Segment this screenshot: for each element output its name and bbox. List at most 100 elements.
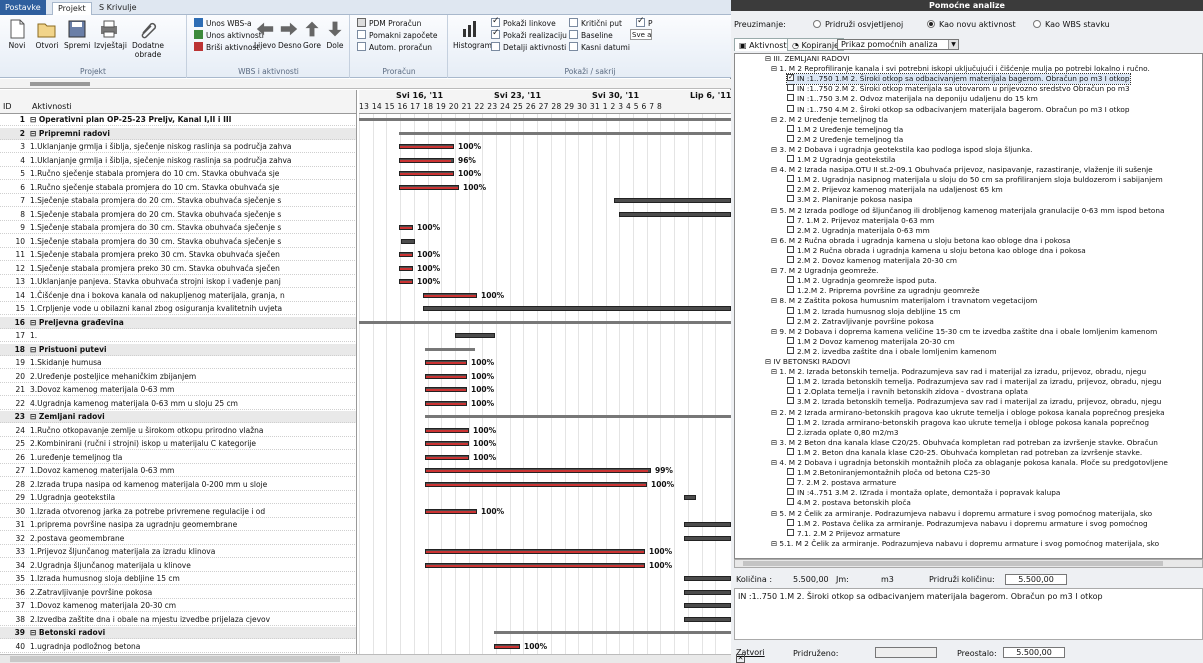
tree-checkbox[interactable] [787, 215, 794, 223]
task-bar[interactable] [399, 157, 454, 163]
task-bar[interactable] [423, 292, 477, 298]
activity-name[interactable]: 1.Sječenje stabala promjera preko 30 cm.… [30, 249, 356, 260]
summary-row[interactable]: 2 ⊟ Pripremni radovi [0, 127, 356, 140]
summary-bar[interactable] [359, 118, 731, 121]
summary-bar[interactable] [425, 347, 475, 351]
tree-checkbox[interactable] [787, 124, 794, 132]
p-checkbox[interactable] [636, 16, 645, 27]
activity-name[interactable]: 1.ugradnja podložnog betona [30, 641, 356, 652]
late-dates-toggle[interactable]: Kasni datumi [569, 42, 630, 53]
close-button[interactable]: ✕ Zatvori [736, 648, 765, 663]
histogram-button[interactable]: Histogram [453, 19, 492, 50]
task-bar[interactable] [425, 373, 467, 379]
table-row[interactable]: 19 1.Skidanje humusa [0, 357, 356, 369]
table-row[interactable]: 27 1.Dovoz kamenog materijala 0-63 mm [0, 465, 356, 477]
tree-leaf-item[interactable]: IN :1..750 2.M 2. Široki otkop materijal… [787, 84, 1130, 94]
tree-checkbox[interactable] [787, 528, 794, 536]
table-row[interactable]: 30 1.Izrada otvorenog jarka za potrebe p… [0, 506, 356, 518]
tree-group-item[interactable]: ⊟ 2. M 2 Uređenje temeljnog tla [771, 115, 888, 125]
tree-group-item[interactable]: ⊟ 8. M 2 Zaštita pokosa humusnim materij… [771, 296, 1037, 306]
task-bar[interactable] [684, 495, 696, 500]
table-row[interactable]: 10 1.Sječenje stabala promjera do 30 cm.… [0, 236, 356, 248]
task-bar[interactable] [425, 441, 469, 446]
tree-leaf-item[interactable]: 1.M 2. Izrada armirano-betonskih pragova… [787, 417, 1149, 428]
tree-checkbox[interactable] [787, 488, 794, 496]
tree-checkbox[interactable] [787, 316, 794, 324]
table-row[interactable]: 22 4.Ugradnja kamenog materijala 0-63 mm… [0, 398, 356, 410]
table-row[interactable]: 25 2.Kombinirani (ručni i strojni) iskop… [0, 438, 356, 450]
tree-checkbox[interactable] [787, 478, 794, 486]
activity-name[interactable]: 2.Kombinirani (ručni i strojni) iskop u … [30, 438, 356, 449]
activity-name[interactable]: 1.Dovoz kamenog materijala 0-63 mm [30, 465, 356, 476]
table-row[interactable]: 9 1.Sječenje stabala promjera do 30 cm. … [0, 222, 356, 234]
shift-started-toggle[interactable]: Pomakni započete [357, 30, 438, 41]
tree-leaf-item[interactable]: 1.M 2 Ručna obrada i ugradnja kamena u s… [787, 245, 1086, 256]
tree-leaf-item[interactable]: 1.M 2. Ugradnja geomreže ispod puta. [787, 276, 937, 286]
table-row[interactable]: 24 1.Ručno otkopavanje zemlje u širokom … [0, 425, 356, 437]
task-bar[interactable] [423, 306, 731, 311]
task-bar[interactable] [684, 603, 731, 608]
summary-row[interactable]: 39 ⊟ Betonski radovi [0, 627, 356, 639]
activity-name[interactable]: ⊟ Zemljani radovi [30, 411, 356, 422]
tree-checkbox[interactable] [787, 245, 794, 253]
tree-leaf-item[interactable]: 1.M 2. Beton dna kanala klase C20-25. Ob… [787, 447, 1142, 458]
table-row[interactable]: 34 2.Ugradnja šljunčanog materijala u kl… [0, 560, 356, 572]
table-row[interactable]: 14 1.Čišćenje dna i bokova kanala od nak… [0, 290, 356, 302]
extra-processing-button[interactable]: Dodatne obrade [128, 19, 168, 59]
tab-postavke[interactable]: Postavke [0, 0, 46, 15]
tab-kopiranje[interactable]: ◔ Kopiranje [787, 38, 844, 51]
table-row[interactable]: 32 2.postava geomembrane [0, 533, 356, 545]
activity-name[interactable]: 1.Uklanjanje panjeva. Stavka obuhvaća st… [30, 276, 356, 287]
baseline-toggle[interactable]: Baseline [569, 30, 613, 41]
tree-leaf-item[interactable]: 7. 1.M 2. Prijevoz materijala 0-63 mm [787, 215, 934, 226]
table-row[interactable]: 35 1.Izrada humusnog sloja debljine 15 c… [0, 573, 356, 585]
tree-leaf-item[interactable]: IN :1..750 3.M 2. Odvoz materijala na de… [787, 94, 1038, 104]
task-bar[interactable] [684, 522, 731, 527]
tree-leaf-item[interactable]: 2.M 2. Prijevoz kamenog materijala na ud… [787, 185, 1003, 195]
col-name-header[interactable]: Aktivnosti [32, 102, 72, 111]
open-button[interactable]: Otvori [34, 19, 60, 50]
activity-name[interactable]: ⊟ Betonski radovi [30, 627, 356, 638]
summary-bar[interactable] [399, 131, 731, 135]
baseline-checkbox[interactable] [569, 30, 578, 39]
tree-leaf-item[interactable]: IN :1..750 4.M 2. Široki otkop sa odbaci… [787, 104, 1130, 115]
shift-started-checkbox[interactable] [357, 30, 366, 39]
table-row[interactable]: 4 1.Uklanjanje grmlja i šiblja, sječenje… [0, 155, 356, 167]
tree-checkbox[interactable] [787, 346, 794, 354]
task-bar[interactable] [684, 589, 731, 595]
tree-group-item[interactable]: ⊟ 3. M 2 Dobava i ugradnja geotekstila k… [771, 145, 1032, 155]
activity-name[interactable]: 1.Ručno otkopavanje zemlje u širokom otk… [30, 425, 356, 436]
table-row[interactable]: 3 1.Uklanjanje grmlja i šiblja, sječenje… [0, 141, 356, 153]
activity-name[interactable]: 1.priprema površine nasipa za ugradnju g… [30, 519, 356, 530]
task-bar[interactable] [614, 198, 731, 203]
tree-leaf-item[interactable]: 2.M 2. izvedba zaštite dna i obale lomlj… [787, 346, 997, 357]
tree-checkbox[interactable] [787, 155, 794, 162]
task-bar[interactable] [399, 265, 413, 271]
tree-leaf-item[interactable]: 1.2.M 2. Priprema površine za ugradnju g… [787, 286, 980, 296]
table-row[interactable]: 11 1.Sječenje stabala promjera preko 30 … [0, 249, 356, 261]
new-button[interactable]: Novi [4, 19, 30, 50]
tree-checkbox[interactable] [787, 72, 794, 82]
reports-button[interactable]: Izvještaji [94, 19, 127, 50]
tree-leaf-item[interactable]: 2.M 2. Zatravljivanje površine pokosa [787, 316, 934, 327]
activity-name[interactable]: 1.Crpljenje vode u obilazni kanal zbog o… [30, 303, 356, 314]
activity-name[interactable]: 1.Izrada otvorenog jarka za potrebe priv… [30, 506, 356, 517]
navigator-thumb[interactable] [30, 82, 90, 86]
tree-leaf-item[interactable]: 1.M 2. Izrada betonskih temelja. Podrazu… [787, 377, 1161, 387]
summary-bar[interactable] [359, 320, 731, 324]
tree-group-item[interactable]: ⊟ 1. M 2 Reprofiliranje kanala i svi pot… [771, 64, 1150, 74]
tree-leaf-item[interactable]: 4.M 2. postava betonskih ploča [787, 498, 911, 508]
tree-checkbox[interactable] [787, 427, 794, 435]
table-row[interactable]: 5 1.Ručno sječenje stabala promjera do 1… [0, 168, 356, 180]
task-bar[interactable] [425, 562, 645, 568]
table-row[interactable]: 12 1.Sječenje stabala promjera preko 30 … [0, 263, 356, 275]
move-right-button[interactable]: Desno [278, 19, 302, 50]
activity-name[interactable]: 2.Uređenje posteljice mehaničkim zbijanj… [30, 371, 356, 382]
analysis-view-select[interactable]: Prikaz pomoćnih analiza ▼ [837, 39, 959, 50]
view-dropdown[interactable]: Sve a [630, 29, 652, 40]
activity-name[interactable]: ⊟ Pristuoni putevi [30, 344, 356, 355]
tree-leaf-item[interactable]: 1.M 2 Ugradnja geotekstila [787, 155, 895, 165]
task-bar[interactable] [619, 211, 731, 217]
tree-checkbox[interactable] [787, 336, 794, 344]
tree-checkbox[interactable] [787, 417, 794, 425]
